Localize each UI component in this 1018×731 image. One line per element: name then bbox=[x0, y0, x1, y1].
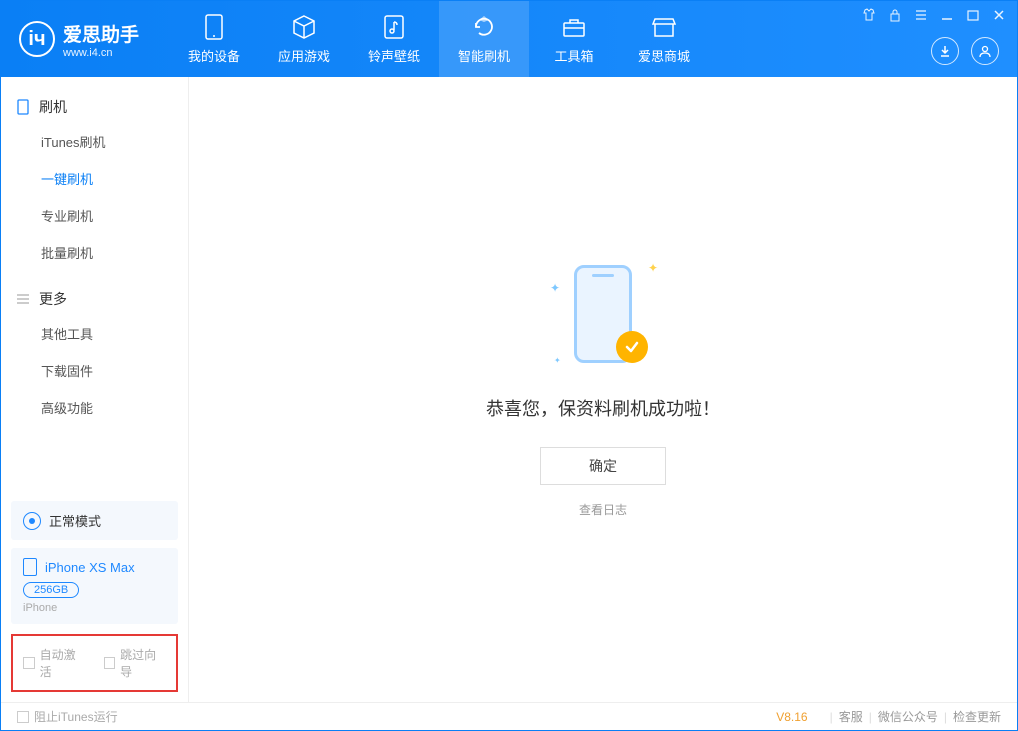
app-title: 爱思助手 bbox=[63, 20, 139, 47]
nav-label: 工具箱 bbox=[555, 46, 594, 65]
sidebar-item-oneclick-flash[interactable]: 一键刷机 bbox=[1, 160, 188, 197]
checkbox-block-itunes[interactable]: 阻止iTunes运行 bbox=[17, 708, 118, 725]
user-button[interactable] bbox=[971, 37, 999, 65]
nav-toolbox[interactable]: 工具箱 bbox=[529, 1, 619, 77]
mode-card[interactable]: 正常模式 bbox=[11, 501, 178, 540]
top-nav: 我的设备 应用游戏 铃声壁纸 智能刷机 工具箱 爱思商城 bbox=[169, 1, 709, 77]
sparkle-icon: ✦ bbox=[550, 281, 560, 295]
device-card[interactable]: iPhone XS Max 256GB iPhone bbox=[11, 548, 178, 624]
checkbox-icon bbox=[17, 711, 29, 723]
nav-label: 应用游戏 bbox=[278, 46, 330, 65]
more-icon bbox=[15, 291, 31, 307]
store-icon bbox=[651, 14, 677, 40]
nav-apps-games[interactable]: 应用游戏 bbox=[259, 1, 349, 77]
mode-label: 正常模式 bbox=[49, 511, 101, 530]
check-badge-icon bbox=[616, 331, 648, 363]
checkbox-auto-activate[interactable]: 自动激活 bbox=[23, 646, 86, 680]
minimize-icon[interactable] bbox=[939, 7, 955, 23]
device-icon bbox=[23, 558, 37, 576]
mode-icon bbox=[23, 512, 41, 530]
titlebar-controls bbox=[861, 7, 1007, 23]
sidebar-group-flash[interactable]: 刷机 bbox=[1, 91, 188, 123]
nav-label: 铃声壁纸 bbox=[368, 46, 420, 65]
footer-right: V8.16 | 客服 | 微信公众号 | 检查更新 bbox=[776, 708, 1001, 725]
checkbox-label: 自动激活 bbox=[40, 646, 86, 680]
footer-link-update[interactable]: 检查更新 bbox=[953, 708, 1001, 725]
device-capacity: 256GB bbox=[23, 582, 79, 598]
ok-button[interactable]: 确定 bbox=[540, 447, 666, 485]
sparkle-icon: ✦ bbox=[554, 356, 561, 365]
nav-label: 智能刷机 bbox=[458, 46, 510, 65]
sidebar-bottom: 正常模式 iPhone XS Max 256GB iPhone 自动激活 跳过向… bbox=[1, 491, 188, 702]
checkbox-icon bbox=[23, 657, 35, 669]
checkbox-skip-guide[interactable]: 跳过向导 bbox=[104, 646, 167, 680]
checkbox-label: 跳过向导 bbox=[120, 646, 166, 680]
app-url: www.i4.cn bbox=[63, 47, 139, 59]
body: 刷机 iTunes刷机 一键刷机 专业刷机 批量刷机 更多 其他工具 下载固件 … bbox=[1, 77, 1017, 702]
checkbox-icon bbox=[104, 657, 116, 669]
device-name: iPhone XS Max bbox=[45, 560, 135, 575]
nav-ringtones[interactable]: 铃声壁纸 bbox=[349, 1, 439, 77]
sidebar-item-pro-flash[interactable]: 专业刷机 bbox=[1, 197, 188, 234]
sidebar-item-advanced[interactable]: 高级功能 bbox=[1, 389, 188, 426]
device-name-row: iPhone XS Max bbox=[23, 558, 166, 576]
sparkle-icon: ✦ bbox=[648, 261, 658, 275]
music-icon bbox=[381, 14, 407, 40]
footer-link-wechat[interactable]: 微信公众号 bbox=[878, 708, 938, 725]
sidebar-item-download-firmware[interactable]: 下载固件 bbox=[1, 352, 188, 389]
header-right-buttons bbox=[931, 37, 999, 65]
phone-icon bbox=[15, 99, 31, 115]
footer: 阻止iTunes运行 V8.16 | 客服 | 微信公众号 | 检查更新 bbox=[1, 702, 1017, 730]
sidebar-item-itunes-flash[interactable]: iTunes刷机 bbox=[1, 123, 188, 160]
checkbox-label: 阻止iTunes运行 bbox=[34, 708, 118, 725]
version-label: V8.16 bbox=[776, 710, 807, 724]
footer-left: 阻止iTunes运行 bbox=[17, 708, 118, 725]
main-content: ✦ ✦ ✦ 恭喜您，保资料刷机成功啦！ 确定 查看日志 bbox=[189, 77, 1017, 702]
divider: | bbox=[869, 710, 872, 724]
group-title: 刷机 bbox=[39, 97, 67, 117]
logo[interactable]: iч 爱思助手 www.i4.cn bbox=[19, 20, 139, 59]
sidebar-item-batch-flash[interactable]: 批量刷机 bbox=[1, 234, 188, 271]
cube-icon bbox=[291, 14, 317, 40]
success-illustration: ✦ ✦ ✦ bbox=[558, 261, 648, 371]
maximize-icon[interactable] bbox=[965, 7, 981, 23]
divider: | bbox=[830, 710, 833, 724]
header: iч 爱思助手 www.i4.cn 我的设备 应用游戏 铃声壁纸 智能刷机 工具… bbox=[1, 1, 1017, 77]
options-highlight-box: 自动激活 跳过向导 bbox=[11, 634, 178, 692]
device-type: iPhone bbox=[23, 602, 166, 614]
nav-flash[interactable]: 智能刷机 bbox=[439, 1, 529, 77]
device-icon bbox=[201, 14, 227, 40]
nav-label: 爱思商城 bbox=[638, 46, 690, 65]
nav-my-device[interactable]: 我的设备 bbox=[169, 1, 259, 77]
view-log-link[interactable]: 查看日志 bbox=[579, 501, 627, 518]
sidebar-group-more[interactable]: 更多 bbox=[1, 283, 188, 315]
download-button[interactable] bbox=[931, 37, 959, 65]
footer-link-support[interactable]: 客服 bbox=[839, 708, 863, 725]
success-message: 恭喜您，保资料刷机成功啦！ bbox=[486, 395, 720, 421]
close-icon[interactable] bbox=[991, 7, 1007, 23]
logo-icon: iч bbox=[19, 21, 55, 57]
sidebar-item-other-tools[interactable]: 其他工具 bbox=[1, 315, 188, 352]
toolbox-icon bbox=[561, 14, 587, 40]
refresh-icon bbox=[471, 14, 497, 40]
lock-icon[interactable] bbox=[887, 7, 903, 23]
tshirt-icon[interactable] bbox=[861, 7, 877, 23]
divider: | bbox=[944, 710, 947, 724]
menu-icon[interactable] bbox=[913, 7, 929, 23]
logo-text: 爱思助手 www.i4.cn bbox=[63, 20, 139, 59]
nav-store[interactable]: 爱思商城 bbox=[619, 1, 709, 77]
sidebar: 刷机 iTunes刷机 一键刷机 专业刷机 批量刷机 更多 其他工具 下载固件 … bbox=[1, 77, 189, 702]
group-title: 更多 bbox=[39, 289, 67, 309]
nav-label: 我的设备 bbox=[188, 46, 240, 65]
